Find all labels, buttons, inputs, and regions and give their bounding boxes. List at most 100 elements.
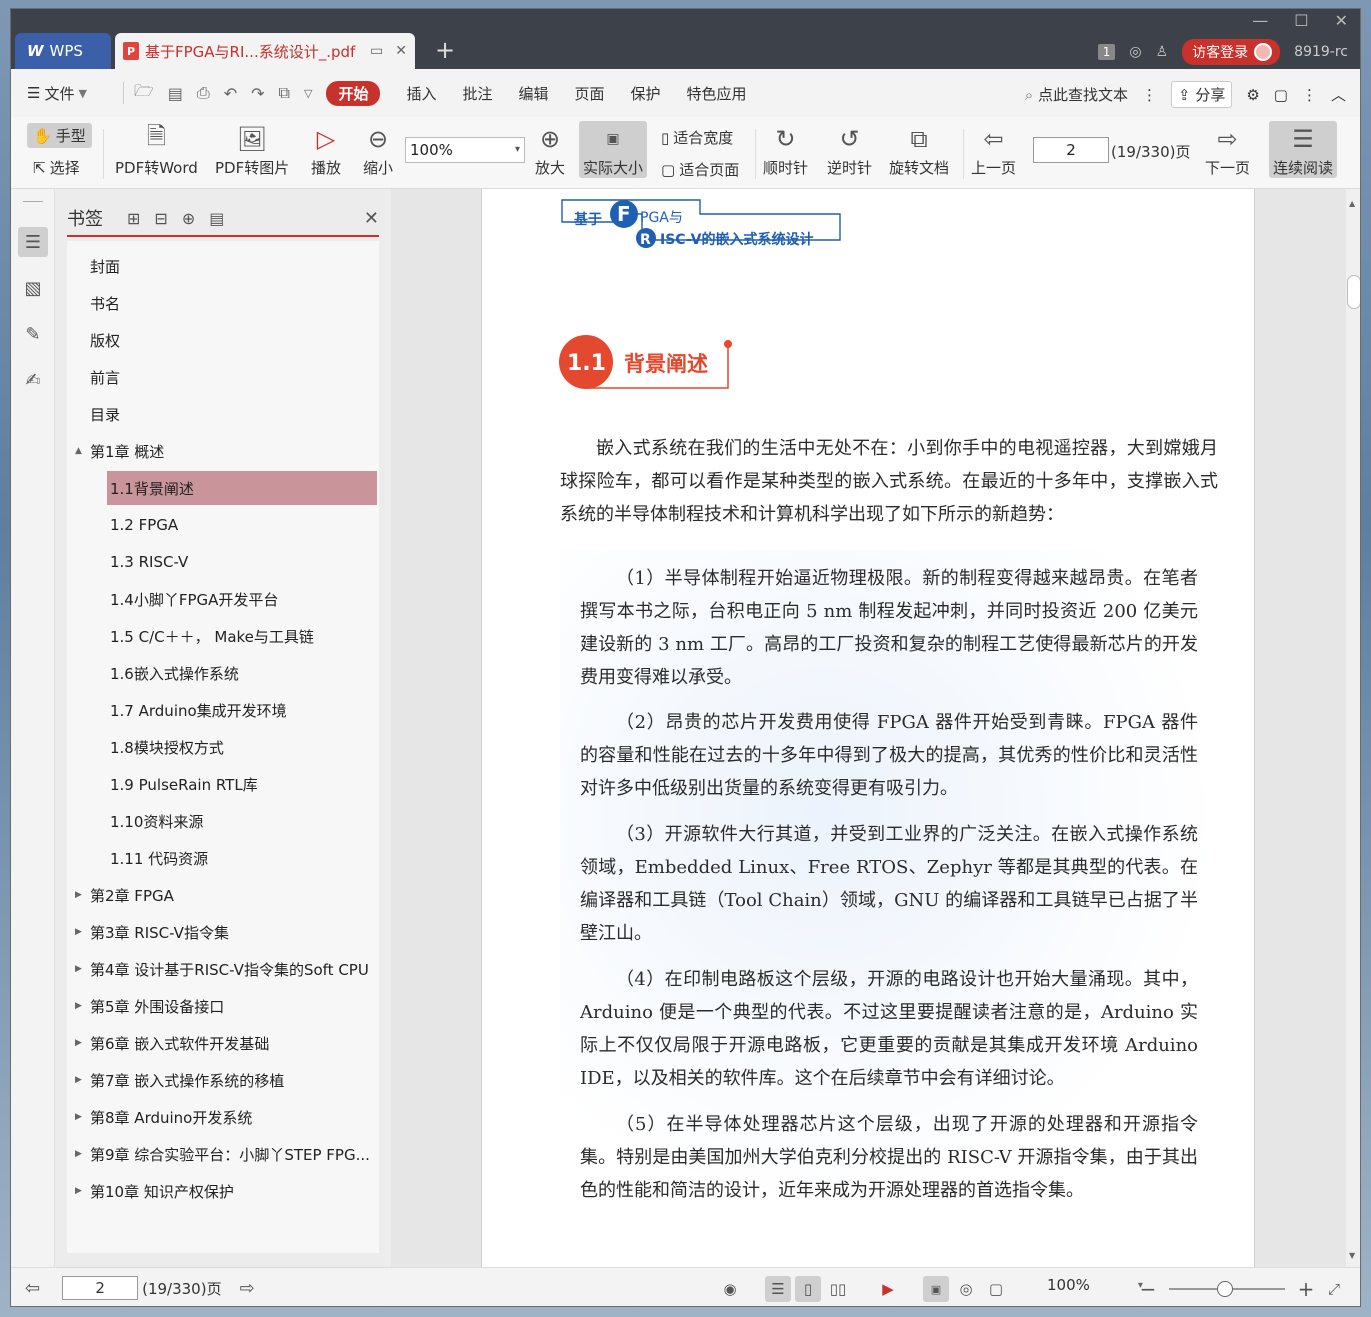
rotate-counterclockwise-button[interactable]: ↺ 逆时针 [827,121,872,178]
actual-size-status-icon[interactable]: ▣ [923,1276,949,1302]
tab-wps-home[interactable]: W WPS [15,33,111,69]
bookmark-panel-icon[interactable]: ☰ [18,227,48,257]
bookmark-item[interactable]: ▶ 第8章 Arduino开发系统 [67,1100,379,1134]
menu-tab-insert[interactable]: 插入 [406,83,436,104]
save-icon[interactable]: ▤ [168,84,183,103]
signature-panel-icon[interactable]: ✍ [18,365,48,395]
close-tab-icon[interactable]: ✕ [395,43,407,59]
menu-tab-edit[interactable]: 编辑 [518,83,548,104]
screen-icon[interactable]: ▭ [370,43,383,59]
close-panel-icon[interactable]: ✕ [364,208,379,229]
login-button[interactable]: 访客登录 [1182,39,1281,65]
next-page-button[interactable]: ⇨ 下一页 [1205,121,1250,178]
thumbnail-panel-icon[interactable]: ▧ [18,273,48,303]
fullscreen-icon[interactable]: ⤢ [1321,1276,1347,1302]
collapse-ribbon-icon[interactable]: ︿ [1331,84,1346,105]
bookmark-item[interactable]: 1.4小脚丫FPGA开发平台 [67,582,379,616]
actual-size-button[interactable]: ▣ 实际大小 [579,121,648,178]
eye-protection-icon[interactable]: ◉ [717,1276,743,1302]
bookmark-item[interactable]: 版权 [67,323,379,357]
zoom-select[interactable]: 100% ▾ [405,137,525,163]
hand-tool-button[interactable]: ✋ 手型 [27,123,92,148]
menu-tab-home[interactable]: 开始 [326,80,381,106]
open-folder-icon[interactable]: 🗁 [134,80,154,107]
bookmark-item[interactable]: 1.11 代码资源 [67,841,379,875]
bookmark-item[interactable]: ▶ 第5章 外围设备接口 [67,989,379,1023]
status-next-page-icon[interactable]: ⇨ [240,1278,255,1299]
bookmark-item[interactable]: ▶ 第7章 嵌入式操作系统的移植 [67,1063,379,1097]
rotate-clockwise-button[interactable]: ↻ 顺时针 [763,121,808,178]
zoom-slider-knob[interactable] [1217,1281,1233,1297]
expand-all-icon[interactable]: ⊞ [127,209,140,228]
bookmark-item[interactable]: 1.10资料来源 [67,804,379,838]
file-menu[interactable]: ☰ 文件 ▼ [27,83,87,104]
menu-tab-protect[interactable]: 保护 [631,83,661,104]
continuous-view-icon[interactable]: ☰ [765,1276,791,1302]
menu-tab-page[interactable]: 页面 [575,83,605,104]
zoom-out-button[interactable]: ⊖ 缩小 [363,121,393,178]
bookmark-item[interactable]: ▶ 第3章 RISC-V指令集 [67,915,379,949]
more-quick-icon[interactable]: ▽ [304,87,312,100]
pdf-to-image-button[interactable]: 🖼 PDF转图片 [215,121,289,178]
two-page-view-icon[interactable]: ▯▯ [825,1276,851,1302]
bookmark-item[interactable]: ▶ 第9章 综合实验平台：小脚丫STEP FPG... [67,1137,379,1171]
print-icon[interactable]: ⎙ [197,83,210,103]
bookmark-item[interactable]: 1.3 RISC-V [67,545,379,579]
zoom-in-button[interactable]: ⊕ 放大 [535,121,565,178]
minimize-icon[interactable]: — [1252,11,1268,30]
pdf-to-word-button[interactable]: 🗎 PDF转Word [115,121,198,178]
zoom-minus-icon[interactable]: − [1135,1276,1161,1302]
rotate-document-button[interactable]: ⧉ 旋转文档 [889,121,949,178]
vertical-scrollbar[interactable]: ▲ ▼ [1346,189,1360,1267]
more-vertical-icon[interactable]: ⋮ [1142,86,1157,104]
single-page-view-icon[interactable]: ▯ [795,1276,821,1302]
export-icon[interactable]: ⧉ [279,83,290,103]
bookmark-item[interactable]: ▲ 第1章 概述 [67,434,379,468]
bookmark-options-icon[interactable]: ▤ [209,209,224,228]
settings-gear-icon[interactable]: ⚙ [1246,86,1259,104]
scrollbar-thumb[interactable] [1347,275,1360,309]
document-view[interactable]: 基于 F PGA与 R ISC-V的嵌入式系统设计 1.1 背景阐述 嵌入式系统… [391,189,1346,1267]
fit-width-status-icon[interactable]: ▢ [983,1276,1009,1302]
maximize-icon[interactable]: ☐ [1294,11,1308,30]
bookmark-item[interactable]: ▶ 第2章 FPGA [67,878,379,912]
status-page-input[interactable]: 2 [62,1276,139,1300]
status-zoom[interactable]: 100% ▾ [1047,1276,1143,1294]
bookmark-item[interactable]: 1.9 PulseRain RTL库 [67,767,379,801]
bookmark-item[interactable]: 1.2 FPGA [67,508,379,542]
annotation-panel-icon[interactable]: ✎ [18,319,48,349]
bookmark-item[interactable]: 1.7 Arduino集成开发环境 [67,693,379,727]
skin-icon[interactable]: ◎ [1129,44,1141,60]
collapse-all-icon[interactable]: ⊟ [154,209,167,228]
zoom-slider[interactable] [1169,1281,1285,1297]
window-count-badge[interactable]: 1 [1097,44,1116,60]
scroll-down-icon[interactable]: ▼ [1349,1251,1355,1260]
bookmark-item[interactable]: 目录 [67,397,379,431]
more-options-icon[interactable]: ⋮ [1302,86,1317,104]
shirt-icon[interactable]: ♙ [1156,44,1169,60]
share-button[interactable]: ⇪ 分享 [1170,81,1233,108]
bookmark-item[interactable]: ▶ 第10章 知识产权保护 [67,1174,379,1208]
fit-width-button[interactable]: ▯ 适合宽度 [661,127,733,148]
tab-document[interactable]: P 基于FPGA与RI...系统设计_.pdf ▭ ✕ [115,33,415,69]
fit-page-button[interactable]: ▢ 适合页面 [661,159,739,180]
undo-icon[interactable]: ↶ [224,84,237,103]
redo-icon[interactable]: ↷ [251,84,264,103]
add-bookmark-icon[interactable]: ⊕ [182,209,195,228]
menu-tab-comment[interactable]: 批注 [462,83,492,104]
new-tab-button[interactable]: + [435,37,455,63]
bookmark-item[interactable]: ▶ 第4章 设计基于RISC-V指令集的Soft CPU [67,952,379,986]
page-number-input[interactable]: 2 [1033,137,1109,163]
comment-icon[interactable]: ▢ [1274,86,1288,104]
previous-page-button[interactable]: ⇦ 上一页 [971,121,1016,178]
continuous-reading-button[interactable]: ☰ 连续阅读 [1269,121,1338,178]
bookmark-item-selected[interactable]: 1.1背景阐述 [67,471,379,505]
play-button[interactable]: ▷ 播放 [311,121,341,178]
bookmark-item[interactable]: ▶ 第6章 嵌入式软件开发基础 [67,1026,379,1060]
select-tool-button[interactable]: ⇱ 选择 [33,157,80,178]
bookmark-item[interactable]: 1.8模块授权方式 [67,730,379,764]
bookmark-item[interactable]: 封面 [67,249,379,283]
bookmark-item[interactable]: 1.6嵌入式操作系统 [67,656,379,690]
zoom-plus-icon[interactable]: + [1293,1276,1319,1302]
play-slideshow-icon[interactable]: ▶ [875,1276,901,1302]
